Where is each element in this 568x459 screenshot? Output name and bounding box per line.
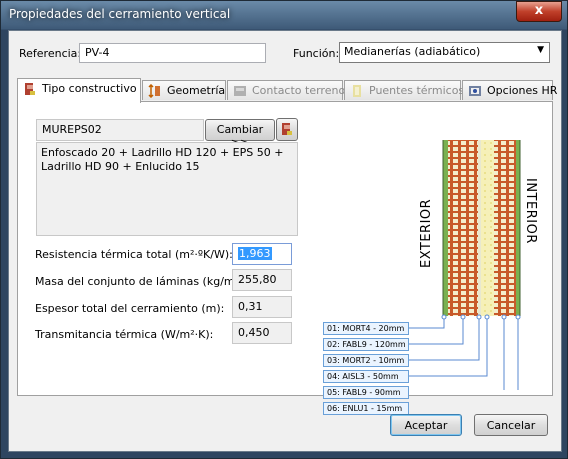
- tab-label: Opciones HR: [487, 84, 558, 97]
- dialog-body: Referencia: PV-4 Función: Medianerías (a…: [8, 30, 562, 452]
- funcion-label: Función:: [293, 47, 340, 60]
- construction-description: Enfoscado 20 + Ladrillo HD 120 + EPS 50 …: [36, 142, 298, 236]
- referencia-label: Referencia:: [19, 47, 82, 60]
- layer-label: 03: MORT2 - 10mm: [323, 354, 409, 367]
- tab-tipo-constructivo[interactable]: Tipo constructivo: [17, 78, 141, 103]
- humidity-icon: [469, 86, 481, 96]
- cancel-button[interactable]: Cancelar: [474, 414, 548, 436]
- tab-label: Geometría: [167, 84, 226, 97]
- close-icon: x: [534, 3, 544, 18]
- layer-label: 02: FABL9 - 120mm: [323, 338, 409, 351]
- transmittance-value: 0,450: [232, 322, 292, 344]
- tab-geometria[interactable]: Geometría: [142, 80, 226, 100]
- layer-label: 05: FABL9 - 90mm: [323, 386, 409, 399]
- thermal-resistance-value[interactable]: 1,963: [232, 243, 292, 265]
- close-button[interactable]: x: [516, 1, 562, 22]
- layer-label: 04: AISL3 - 50mm: [323, 370, 409, 383]
- wall-icon: [25, 83, 35, 95]
- tab-label: Puentes térmicos: [369, 84, 465, 97]
- thermal-bridge-icon: [353, 85, 361, 97]
- property-label: Espesor total del cerramiento (m):: [35, 302, 225, 315]
- ground-icon: [234, 86, 246, 96]
- construction-library-button[interactable]: [276, 118, 298, 141]
- tab-label: Contacto terreno: [252, 84, 346, 97]
- change-construction-button[interactable]: Cambiar >>: [205, 119, 275, 149]
- chevron-down-icon: ▼: [537, 45, 544, 55]
- thickness-value: 0,31: [232, 296, 292, 318]
- dimension-icon: [148, 84, 160, 98]
- wall-icon: [282, 123, 292, 135]
- tab-strip: Tipo constructivo Geometría Contacto ter…: [17, 78, 557, 103]
- accept-button[interactable]: Aceptar: [390, 414, 462, 436]
- mass-value: 255,80: [232, 269, 292, 291]
- window-title: Propiedades del cerramiento vertical: [9, 7, 231, 21]
- property-label: Resistencia térmica total (m²·ºK/W):: [35, 248, 233, 261]
- title-bar[interactable]: Propiedades del cerramiento vertical x: [1, 1, 567, 30]
- property-label: Transmitancia térmica (W/m²·K):: [35, 328, 214, 341]
- wall-section-diagram: EXTERIOR INTERIOR 01: MORT4 - 20mm 02: F…: [308, 110, 548, 415]
- tab-opciones-hr[interactable]: Opciones HR: [462, 80, 557, 100]
- thermal-resistance-text: 1,963: [238, 247, 272, 260]
- property-label: Masa del conjunto de láminas (kg/m²):: [35, 275, 248, 288]
- referencia-input[interactable]: PV-4: [79, 43, 266, 63]
- tab-puentes-termicos[interactable]: Puentes térmicos: [344, 80, 465, 100]
- tab-contacto-terreno[interactable]: Contacto terreno: [227, 80, 346, 100]
- funcion-select[interactable]: Medianerías (adiabático) ▼: [339, 42, 550, 63]
- layer-label: 01: MORT4 - 20mm: [323, 322, 409, 335]
- funcion-select-value: Medianerías (adiabático): [344, 45, 481, 58]
- tab-panel-tipo-constructivo: MUREPS02 Cambiar >> Enfoscado 20 + Ladri…: [17, 101, 553, 415]
- dialog-window: Propiedades del cerramiento vertical x R…: [0, 0, 568, 459]
- construction-code: MUREPS02: [36, 119, 204, 141]
- tab-label: Tipo constructivo: [42, 82, 137, 95]
